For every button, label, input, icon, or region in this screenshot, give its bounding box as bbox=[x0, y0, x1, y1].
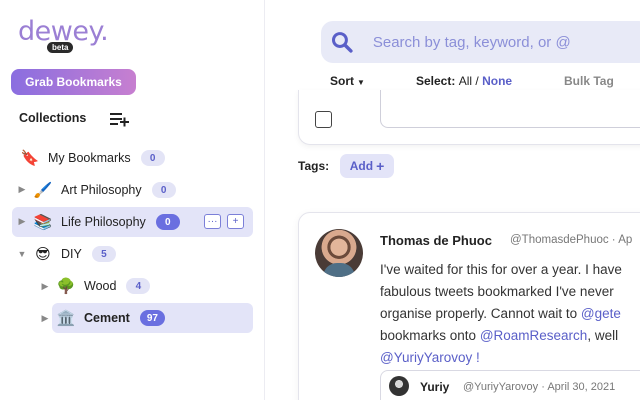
mention-link[interactable]: @YuriyYarovoy ! bbox=[380, 350, 480, 365]
select-none-link[interactable]: None bbox=[482, 74, 512, 88]
collection-wood[interactable]: 🌳 Wood 4 bbox=[56, 271, 255, 301]
tweet-text-line: organise properly. Cannot wait to @gete bbox=[380, 306, 640, 321]
bulk-tag-button[interactable]: Bulk Tag bbox=[564, 74, 614, 88]
mention-link[interactable]: @RoamResearch bbox=[480, 328, 588, 343]
collection-label: Wood bbox=[84, 279, 117, 293]
quoted-author-name[interactable]: Yuriy bbox=[420, 380, 449, 394]
search-input[interactable] bbox=[372, 33, 640, 51]
collection-label: Art Philosophy bbox=[61, 183, 142, 197]
collection-cement[interactable]: 🏛️ Cement 97 bbox=[52, 303, 253, 333]
tweet-author-handle[interactable]: @ThomasdePhuoc · Ap bbox=[510, 234, 640, 246]
select-checkbox[interactable] bbox=[315, 111, 332, 128]
avatar[interactable] bbox=[315, 229, 363, 277]
tweet-text-line: fabulous tweets bookmarked I've never bbox=[380, 284, 614, 299]
collection-label: DIY bbox=[61, 247, 82, 261]
search-bar[interactable] bbox=[321, 21, 640, 63]
sunglasses-face-icon: 😎 bbox=[35, 246, 51, 263]
grab-bookmarks-button[interactable]: Grab Bookmarks bbox=[11, 69, 136, 95]
expand-caret-icon[interactable]: ▶ bbox=[40, 281, 50, 292]
beta-badge: beta bbox=[47, 42, 74, 53]
collection-count: 0 bbox=[151, 182, 176, 198]
expand-caret-icon[interactable]: ▶ bbox=[40, 313, 50, 324]
sort-label: Sort bbox=[330, 74, 354, 88]
add-tag-button[interactable]: Add + bbox=[340, 154, 394, 178]
collection-count: 4 bbox=[126, 278, 151, 294]
tweet-text-segment: , well bbox=[587, 328, 619, 343]
books-icon: 📚 bbox=[33, 214, 53, 231]
avatar[interactable] bbox=[389, 376, 409, 396]
collections-title: Collections bbox=[19, 111, 87, 125]
paintbrush-icon: 🖌️ bbox=[33, 182, 53, 199]
collection-count: 5 bbox=[91, 246, 116, 262]
search-icon[interactable] bbox=[331, 31, 353, 53]
collection-diy[interactable]: 😎 DIY 5 bbox=[33, 239, 255, 269]
select-controls: Select: All / None bbox=[416, 74, 512, 88]
tweet-text-line: bookmarks onto @RoamResearch, well bbox=[380, 328, 640, 343]
add-tag-label: Add bbox=[349, 159, 374, 173]
tweet-text-line: I've waited for this for over a year. I … bbox=[380, 262, 622, 277]
collection-label: Cement bbox=[84, 311, 130, 325]
expand-caret-icon[interactable]: ▶ bbox=[17, 216, 27, 227]
collection-art-philosophy[interactable]: 🖌️ Art Philosophy 0 bbox=[33, 175, 255, 205]
collection-label: Life Philosophy bbox=[61, 215, 146, 229]
collection-count: 0 bbox=[140, 150, 165, 166]
select-all-link[interactable]: All bbox=[459, 74, 472, 88]
sidebar: dewey. beta Grab Bookmarks Collections 🔖… bbox=[0, 0, 265, 400]
collapse-caret-icon[interactable]: ▼ bbox=[17, 249, 27, 259]
add-subcollection-icon[interactable]: + bbox=[227, 214, 244, 229]
tweet-text-segment: organise properly. Cannot wait to bbox=[380, 306, 581, 321]
expand-caret-icon[interactable]: ▶ bbox=[17, 184, 27, 195]
quoted-author-handle[interactable]: @YuriyYarovoy · April 30, 2021 bbox=[463, 381, 640, 393]
collection-count: 0 bbox=[155, 214, 180, 230]
tweet-text-segment: bookmarks onto bbox=[380, 328, 480, 343]
collection-count: 97 bbox=[139, 310, 165, 326]
plus-icon: + bbox=[376, 158, 385, 174]
note-input[interactable] bbox=[380, 90, 640, 128]
tweet-author-name[interactable]: Thomas de Phuoc bbox=[380, 233, 492, 248]
tree-icon: 🌳 bbox=[56, 278, 76, 295]
tweet-text-line: @YuriyYarovoy ! bbox=[380, 350, 640, 365]
bookmark-icon: 🔖 bbox=[20, 150, 40, 167]
tags-label: Tags: bbox=[298, 159, 330, 173]
add-collection-icon[interactable] bbox=[108, 110, 130, 128]
select-label: Select: bbox=[416, 74, 456, 88]
collection-label: My Bookmarks bbox=[48, 151, 131, 165]
mention-link[interactable]: @gete bbox=[581, 306, 621, 321]
sort-dropdown[interactable]: Sort ▼ bbox=[330, 74, 365, 88]
select-separator: / bbox=[475, 74, 479, 88]
chevron-down-icon: ▼ bbox=[357, 78, 365, 87]
more-options-icon[interactable]: ··· bbox=[204, 214, 221, 229]
classical-building-icon: 🏛️ bbox=[56, 310, 76, 327]
collection-my-bookmarks[interactable]: 🔖 My Bookmarks 0 bbox=[20, 143, 255, 173]
